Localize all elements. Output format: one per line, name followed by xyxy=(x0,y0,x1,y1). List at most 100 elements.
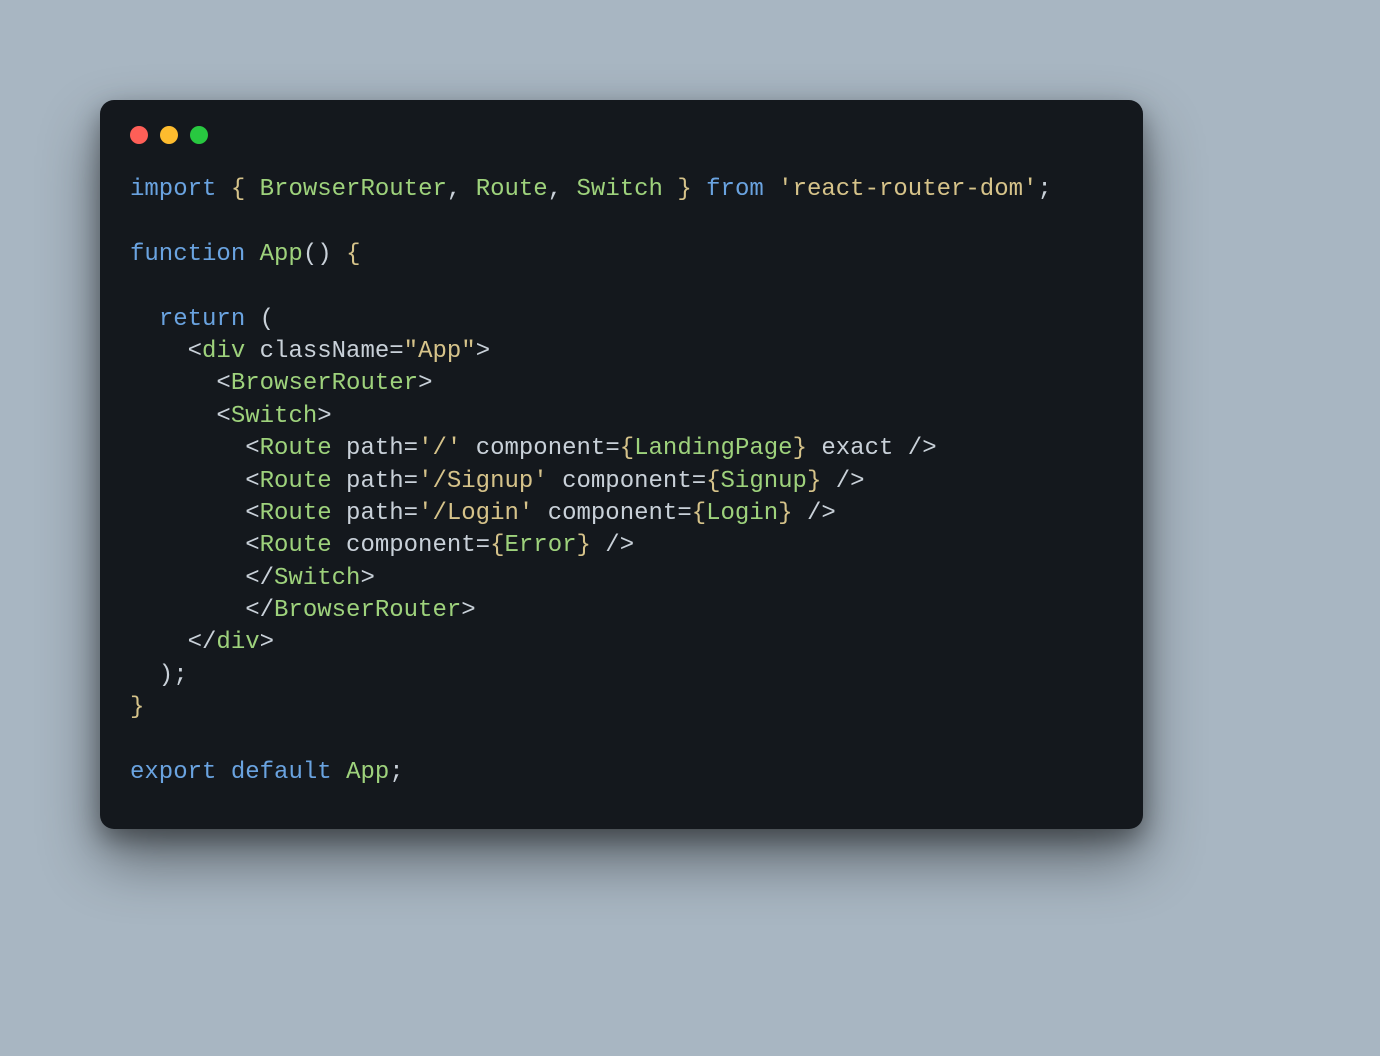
code-token xyxy=(130,629,188,656)
code-token: { xyxy=(706,468,720,495)
code-token: () xyxy=(303,241,332,268)
code-token: Login xyxy=(706,500,778,527)
code-token: BrowserRouter xyxy=(231,370,418,397)
code-token: component xyxy=(562,468,692,495)
code-token: component xyxy=(346,532,476,559)
code-token: App xyxy=(346,759,389,786)
code-token xyxy=(332,500,346,527)
code-token: ; xyxy=(1037,176,1051,203)
code-token xyxy=(245,176,259,203)
code-token xyxy=(332,532,346,559)
code-token xyxy=(216,759,230,786)
code-token: exact xyxy=(821,435,893,462)
code-token xyxy=(130,435,245,462)
code-token: > xyxy=(418,370,432,397)
code-token: > xyxy=(260,629,274,656)
code-token: } xyxy=(793,435,807,462)
code-token: > xyxy=(317,403,331,430)
minimize-icon[interactable] xyxy=(160,126,178,144)
code-token: import xyxy=(130,176,216,203)
code-token: Switch xyxy=(577,176,663,203)
code-token xyxy=(764,176,778,203)
code-token: /> xyxy=(591,532,634,559)
code-token: = xyxy=(404,500,418,527)
code-token: } xyxy=(577,532,591,559)
code-token xyxy=(130,306,159,333)
code-token: > xyxy=(476,338,490,365)
code-token: "App" xyxy=(404,338,476,365)
code-token xyxy=(130,403,216,430)
code-token: = xyxy=(476,532,490,559)
code-token: '/Login' xyxy=(418,500,533,527)
code-token: LandingPage xyxy=(634,435,792,462)
code-token: } xyxy=(778,500,792,527)
code-token: Switch xyxy=(274,565,360,592)
code-token: ; xyxy=(389,759,403,786)
code-token: { xyxy=(490,532,504,559)
code-token: } xyxy=(677,176,691,203)
code-token xyxy=(807,435,821,462)
code-token: path xyxy=(346,435,404,462)
code-token: = xyxy=(605,435,619,462)
close-icon[interactable] xyxy=(130,126,148,144)
code-token xyxy=(130,338,188,365)
code-block: import { BrowserRouter, Route, Switch } … xyxy=(130,174,1113,789)
code-token: Signup xyxy=(721,468,807,495)
code-token: = xyxy=(404,435,418,462)
code-token: { xyxy=(231,176,245,203)
code-token xyxy=(332,759,346,786)
code-token: export xyxy=(130,759,216,786)
code-token: < xyxy=(245,500,259,527)
code-token: </ xyxy=(188,629,217,656)
code-token: /> xyxy=(893,435,936,462)
code-token: Route xyxy=(260,500,332,527)
code-window: import { BrowserRouter, Route, Switch } … xyxy=(100,100,1143,829)
code-token xyxy=(332,468,346,495)
code-token: /> xyxy=(793,500,836,527)
code-token: } xyxy=(130,694,144,721)
code-token xyxy=(245,338,259,365)
code-token: '/' xyxy=(418,435,461,462)
code-token: function xyxy=(130,241,245,268)
code-token xyxy=(332,241,346,268)
code-token xyxy=(130,597,245,624)
code-token: < xyxy=(245,468,259,495)
maximize-icon[interactable] xyxy=(190,126,208,144)
code-token xyxy=(692,176,706,203)
code-token: '/Signup' xyxy=(418,468,548,495)
code-token: { xyxy=(692,500,706,527)
code-token xyxy=(130,370,216,397)
code-token: ( xyxy=(245,306,274,333)
code-token: Error xyxy=(504,532,576,559)
code-token xyxy=(663,176,677,203)
code-token: , xyxy=(548,176,577,203)
code-token: 'react-router-dom' xyxy=(778,176,1037,203)
code-token: BrowserRouter xyxy=(274,597,461,624)
code-token xyxy=(130,500,245,527)
code-token: Route xyxy=(260,532,332,559)
code-token: { xyxy=(346,241,360,268)
code-token: from xyxy=(706,176,764,203)
code-token: < xyxy=(216,370,230,397)
code-token: < xyxy=(245,435,259,462)
code-token: Route xyxy=(476,176,548,203)
code-token xyxy=(332,435,346,462)
page-stage: import { BrowserRouter, Route, Switch } … xyxy=(0,0,1380,1056)
code-token: Switch xyxy=(231,403,317,430)
code-token: BrowserRouter xyxy=(260,176,447,203)
code-token xyxy=(130,468,245,495)
code-token: < xyxy=(245,532,259,559)
code-token: < xyxy=(188,338,202,365)
code-token: ); xyxy=(130,662,188,689)
code-token xyxy=(245,241,259,268)
code-token xyxy=(130,532,245,559)
window-controls xyxy=(130,126,1113,144)
code-token: Route xyxy=(260,435,332,462)
code-token: Route xyxy=(260,468,332,495)
code-token xyxy=(461,435,475,462)
code-token: > xyxy=(360,565,374,592)
code-token: /> xyxy=(821,468,864,495)
code-token: component xyxy=(548,500,678,527)
code-token xyxy=(216,176,230,203)
code-token: return xyxy=(159,306,245,333)
